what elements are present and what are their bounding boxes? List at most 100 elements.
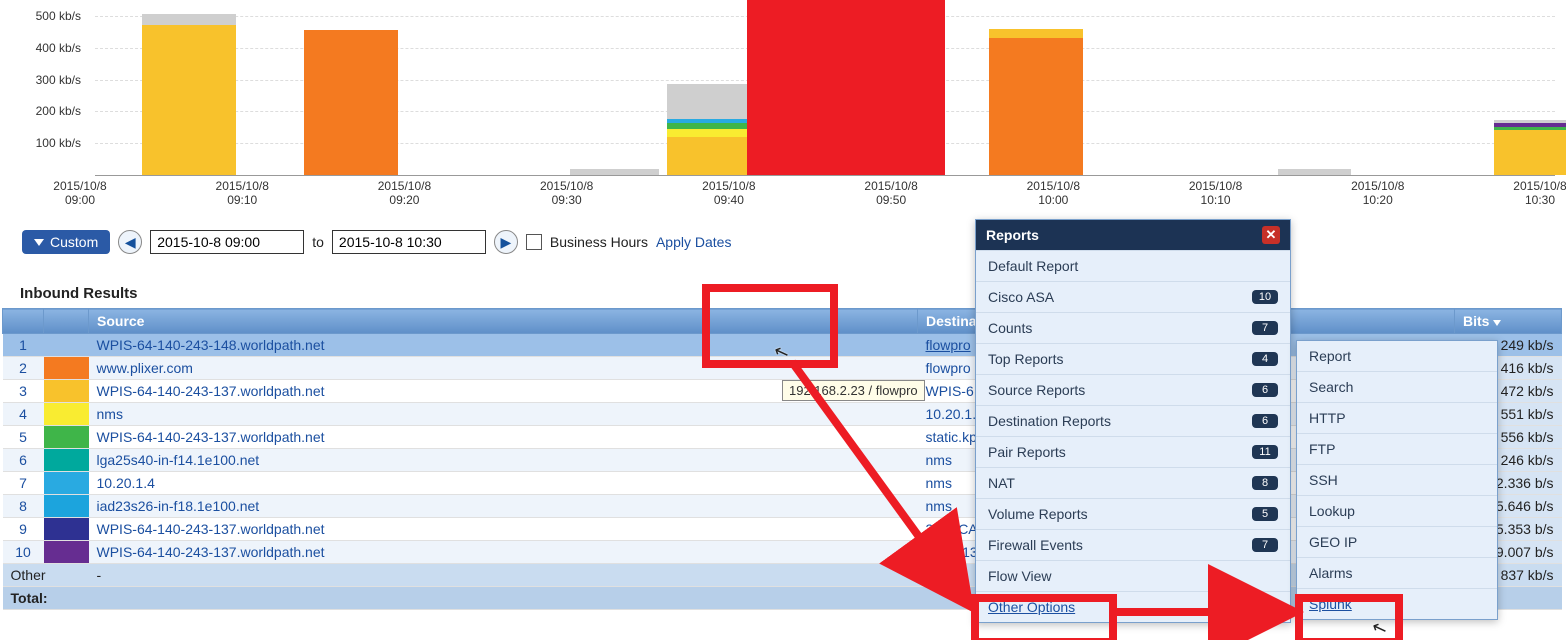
x-tick-label: 2015/10/809:20 (378, 180, 431, 208)
count-badge: 6 (1252, 383, 1278, 397)
menu-item-label: Pair Reports (988, 444, 1066, 460)
row-color-swatch (44, 380, 89, 403)
chart-bar[interactable] (1494, 120, 1566, 175)
reports-menu-item[interactable]: Pair Reports 11 (976, 436, 1290, 467)
row-number: 3 (3, 380, 44, 403)
submenu-item[interactable]: SSH (1297, 464, 1497, 495)
reports-menu-item[interactable]: Top Reports 4 (976, 343, 1290, 374)
step-back-button[interactable]: ◀ (118, 230, 142, 254)
menu-item-label: Counts (988, 320, 1032, 336)
menu-item-label: Cisco ASA (988, 289, 1054, 305)
reports-menu-item[interactable]: Default Report (976, 250, 1290, 281)
count-badge: 11 (1252, 445, 1278, 459)
count-badge: 8 (1252, 476, 1278, 490)
submenu-item[interactable]: Lookup (1297, 495, 1497, 526)
x-tick-label: 2015/10/810:20 (1351, 180, 1404, 208)
count-badge: 6 (1252, 414, 1278, 428)
close-icon[interactable]: ✕ (1262, 226, 1280, 244)
row-number: 7 (3, 472, 44, 495)
submenu-item[interactable]: Report (1297, 341, 1497, 371)
menu-item-label: Destination Reports (988, 413, 1111, 429)
submenu-item[interactable]: FTP (1297, 433, 1497, 464)
reports-menu-item[interactable]: Firewall Events7 (976, 529, 1290, 560)
reports-menu-item[interactable]: Destination Reports 6 (976, 405, 1290, 436)
row-number: 8 (3, 495, 44, 518)
menu-item-label: Firewall Events (988, 537, 1083, 553)
reports-menu-item[interactable]: Flow View (976, 560, 1290, 591)
chart-bar[interactable] (989, 29, 1083, 175)
source-link[interactable]: 10.20.1.4 (97, 475, 155, 491)
count-badge: 7 (1252, 321, 1278, 335)
chart-bar[interactable] (667, 84, 756, 175)
submenu-item[interactable]: GEO IP (1297, 526, 1497, 557)
menu-item-label: Top Reports (988, 351, 1063, 367)
submenu-item[interactable]: Splunk (1297, 588, 1497, 619)
row-color-swatch (44, 357, 89, 380)
source-link[interactable]: lga25s40-in-f14.1e100.net (97, 452, 260, 468)
y-tick-label: 200 kb/s (36, 104, 81, 118)
reports-menu-item[interactable]: Other Options (976, 591, 1290, 622)
x-tick-label: 2015/10/809:40 (702, 180, 755, 208)
row-number: 1 (3, 334, 44, 357)
y-tick-label: 100 kb/s (36, 136, 81, 150)
to-date-input[interactable] (332, 230, 486, 254)
row-number: 10 (3, 541, 44, 564)
row-number: 5 (3, 426, 44, 449)
destination-link[interactable]: nms (926, 498, 952, 514)
row-color-swatch (44, 334, 89, 357)
reports-menu-item[interactable]: Volume Reports5 (976, 498, 1290, 529)
destination-link[interactable]: flowpro (926, 337, 971, 353)
to-label: to (312, 234, 324, 250)
reports-menu-item[interactable]: Source Reports 6 (976, 374, 1290, 405)
reports-menu-item[interactable]: Cisco ASA10 (976, 281, 1290, 312)
row-color-swatch (44, 426, 89, 449)
reports-popup: Reports ✕ Default ReportCisco ASA10Count… (975, 219, 1291, 623)
x-tick-label: 2015/10/809:50 (864, 180, 917, 208)
sort-icon (1493, 320, 1501, 326)
row-color-swatch (44, 518, 89, 541)
from-date-input[interactable] (150, 230, 304, 254)
reports-menu-item[interactable]: Counts 7 (976, 312, 1290, 343)
source-link[interactable]: WPIS-64-140-243-137.worldpath.net (97, 429, 325, 445)
destination-link[interactable]: nms (926, 452, 952, 468)
submenu-item[interactable]: HTTP (1297, 402, 1497, 433)
col-bits[interactable]: Bits (1455, 309, 1562, 334)
y-tick-label: 400 kb/s (36, 41, 81, 55)
chart-bar[interactable] (1278, 169, 1351, 175)
submenu-item[interactable]: Alarms (1297, 557, 1497, 588)
source-link[interactable]: WPIS-64-140-243-148.worldpath.net (97, 337, 325, 353)
source-link[interactable]: WPIS-64-140-243-137.worldpath.net (97, 383, 325, 399)
time-range-button[interactable]: Custom (22, 230, 110, 254)
traffic-chart: 100 kb/s 200 kb/s 300 kb/s 400 kb/s 500 kb/s (15, 0, 1555, 180)
row-number: 6 (3, 449, 44, 472)
destination-link[interactable]: flowpro (926, 360, 971, 376)
source-link[interactable]: www.plixer.com (97, 360, 193, 376)
row-color-swatch (44, 449, 89, 472)
count-badge: 4 (1252, 352, 1278, 366)
destination-link[interactable]: nms (926, 475, 952, 491)
source-link[interactable]: WPIS-64-140-243-137.worldpath.net (97, 544, 325, 560)
business-hours-checkbox[interactable] (526, 234, 542, 250)
source-link[interactable]: iad23s26-in-f18.1e100.net (97, 498, 260, 514)
source-link[interactable]: WPIS-64-140-243-137.worldpath.net (97, 521, 325, 537)
menu-item-label: Source Reports (988, 382, 1085, 398)
y-tick-label: 300 kb/s (36, 73, 81, 87)
row-color-swatch (44, 472, 89, 495)
chart-bar[interactable] (142, 14, 236, 175)
row-color-swatch (44, 403, 89, 426)
menu-item-label: NAT (988, 475, 1015, 491)
step-forward-button[interactable]: ▶ (494, 230, 518, 254)
x-tick-label: 2015/10/809:00 (53, 180, 106, 208)
chart-bar[interactable] (304, 30, 398, 175)
reports-menu-item[interactable]: NAT 8 (976, 467, 1290, 498)
row-color-swatch (44, 541, 89, 564)
submenu-item[interactable]: Search (1297, 371, 1497, 402)
source-link[interactable]: nms (97, 406, 123, 422)
chart-bar[interactable] (747, 0, 945, 175)
inbound-results-heading: Inbound Results (20, 285, 138, 302)
col-source[interactable]: Source (89, 309, 918, 334)
chart-bar[interactable] (570, 169, 659, 175)
apply-dates-link[interactable]: Apply Dates (656, 234, 731, 250)
reports-popup-title: Reports (986, 227, 1039, 243)
y-tick-label: 500 kb/s (36, 9, 81, 23)
